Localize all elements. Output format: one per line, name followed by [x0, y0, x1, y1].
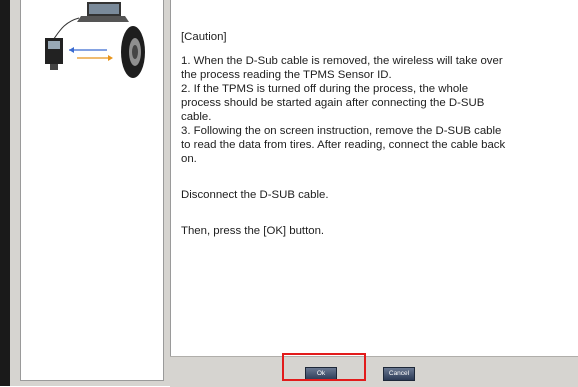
- caution-line: process should be started again after co…: [181, 97, 485, 109]
- press-ok-instruction: Then, press the [OK] button.: [181, 225, 325, 237]
- dialog-window: [Caution] 1. When the D-Sub cable is rem…: [0, 0, 578, 387]
- window-edge: [0, 0, 10, 386]
- button-bar: Ok Cancel: [170, 356, 578, 387]
- cancel-button[interactable]: Cancel: [383, 367, 415, 381]
- caution-line: the process reading the TPMS Sensor ID.: [181, 69, 392, 81]
- caution-line: to read the data from tires. After readi…: [181, 139, 506, 151]
- disconnect-instruction: Disconnect the D-SUB cable.: [181, 189, 329, 201]
- caution-line: 2. If the TPMS is turned off during the …: [181, 83, 469, 95]
- caution-line: 1. When the D-Sub cable is removed, the …: [181, 55, 503, 67]
- caution-line: on.: [181, 153, 197, 165]
- caution-line: cable.: [181, 111, 212, 123]
- illustration-panel: [20, 0, 164, 381]
- ok-highlight-box: [282, 353, 366, 381]
- caution-line: 3. Following the on screen instruction, …: [181, 125, 502, 137]
- tpms-illustration-icon: [45, 2, 145, 78]
- message-panel: [Caution] 1. When the D-Sub cable is rem…: [170, 0, 578, 356]
- caution-title: [Caution]: [181, 31, 227, 43]
